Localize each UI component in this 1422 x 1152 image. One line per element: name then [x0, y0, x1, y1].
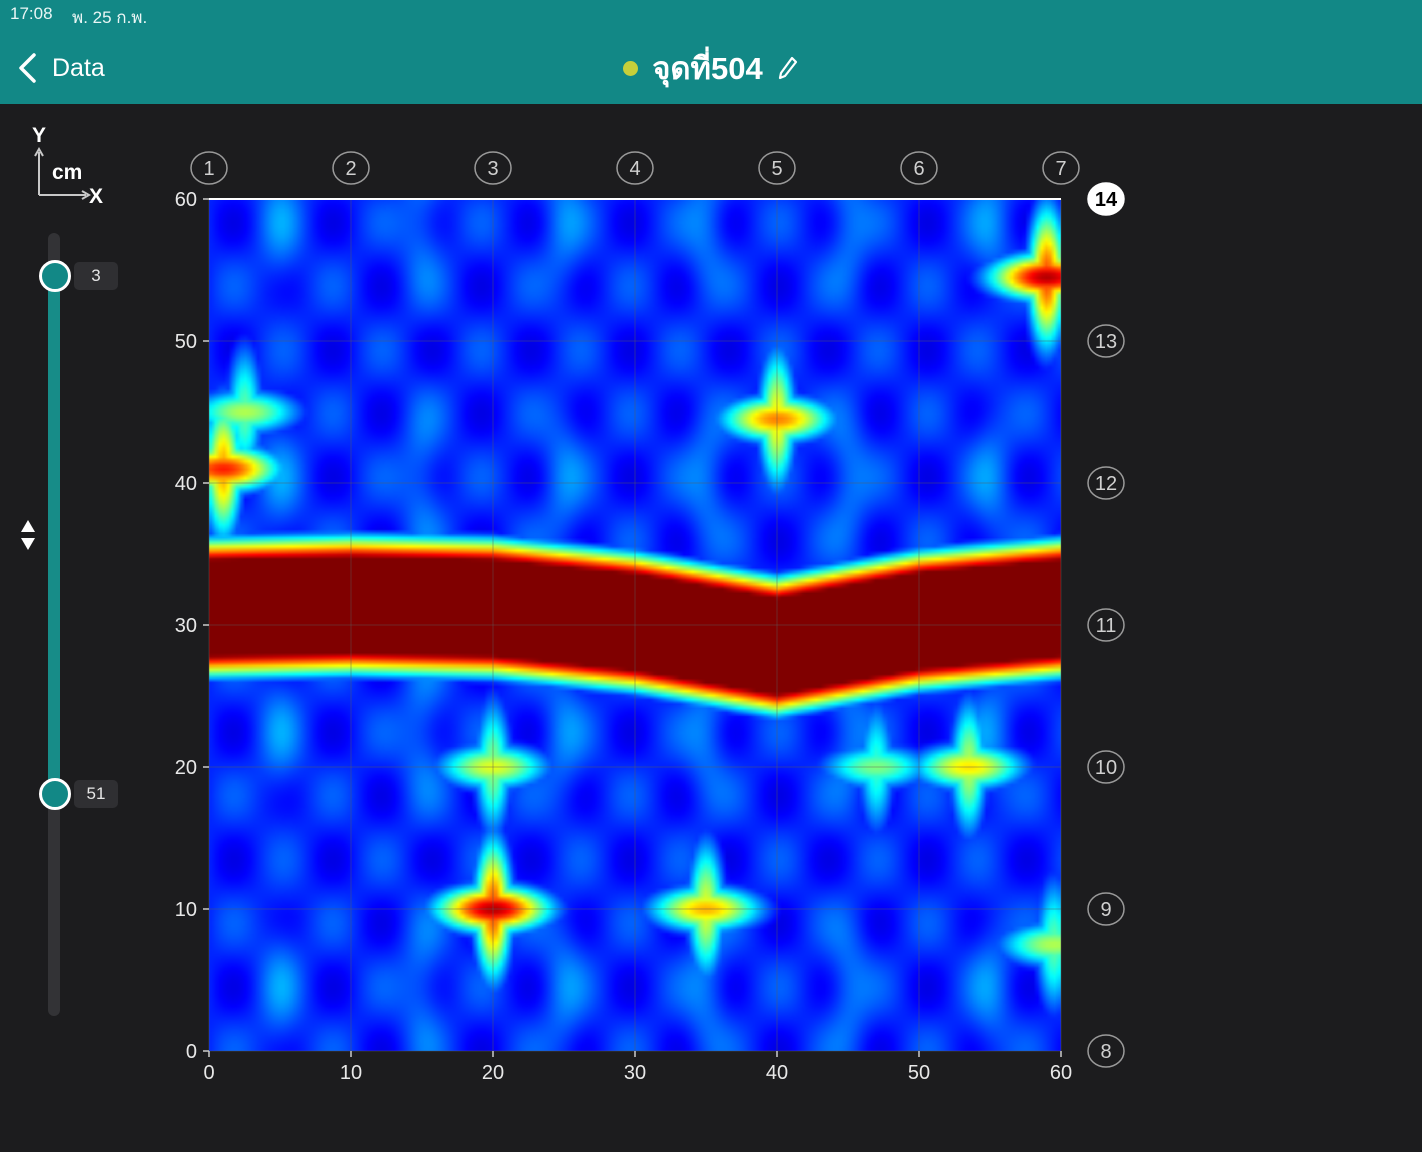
scan-line-top-label-text: 6	[913, 158, 924, 180]
scan-line-right-label[interactable]: 9	[1087, 892, 1125, 926]
y-tick-label: 10	[175, 899, 197, 921]
scan-line-right-label[interactable]: 13	[1087, 324, 1125, 358]
scan-line-right-label[interactable]: 8	[1087, 1034, 1125, 1068]
x-tick-label: 20	[482, 1062, 504, 1084]
scan-line-right-label[interactable]: 10	[1087, 750, 1125, 784]
y-tick-label: 50	[175, 331, 197, 353]
scan-line-top-label[interactable]: 7	[1042, 151, 1080, 185]
scan-line-right-label-text: 8	[1100, 1041, 1111, 1063]
y-tick-label: 60	[175, 189, 197, 211]
scan-line-right-label-text: 12	[1095, 473, 1117, 495]
scan-line-top-label[interactable]: 3	[474, 151, 512, 185]
x-tick-label: 50	[908, 1062, 930, 1084]
scan-line-top-label-text: 4	[629, 158, 640, 180]
scan-line-right-label-text: 14	[1095, 189, 1118, 211]
y-tick-label: 0	[186, 1041, 197, 1063]
scan-line-top-label-text: 2	[345, 158, 356, 180]
scan-line-right-label[interactable]: 12	[1087, 466, 1125, 500]
scan-line-right-label[interactable]: 11	[1087, 608, 1125, 642]
scan-line-right-label-text: 13	[1095, 331, 1117, 353]
y-tick-label: 30	[175, 615, 197, 637]
scan-line-top-label[interactable]: 1	[190, 151, 228, 185]
scan-line-top-label[interactable]: 6	[900, 151, 938, 185]
x-tick-label: 40	[766, 1062, 788, 1084]
x-tick-label: 60	[1050, 1062, 1072, 1084]
scan-line-right-label[interactable]: 14	[1087, 182, 1125, 216]
y-tick-label: 40	[175, 473, 197, 495]
x-tick-label: 0	[203, 1062, 214, 1084]
scan-line-top-label[interactable]: 5	[758, 151, 796, 185]
heatmap-chart[interactable]: 0 10 20 30 40 50 600102030405060 1 2 3 4 5 6 7891011…	[0, 0, 1422, 1152]
scan-line-right-label-text: 11	[1096, 615, 1117, 637]
scan-line-top-label-text: 3	[487, 158, 498, 180]
scan-line-right-label-text: 9	[1100, 899, 1111, 921]
y-tick-label: 20	[175, 757, 197, 779]
scan-line-top-label-text: 7	[1055, 158, 1066, 180]
scan-line-top-label[interactable]: 4	[616, 151, 654, 185]
scan-line-right-label-text: 10	[1095, 757, 1117, 779]
scan-line-top-label[interactable]: 2	[332, 151, 370, 185]
x-tick-label: 10	[340, 1062, 362, 1084]
scan-line-top-label-text: 5	[771, 158, 782, 180]
scan-line-top-label-text: 1	[203, 158, 214, 180]
x-tick-label: 30	[624, 1062, 646, 1084]
